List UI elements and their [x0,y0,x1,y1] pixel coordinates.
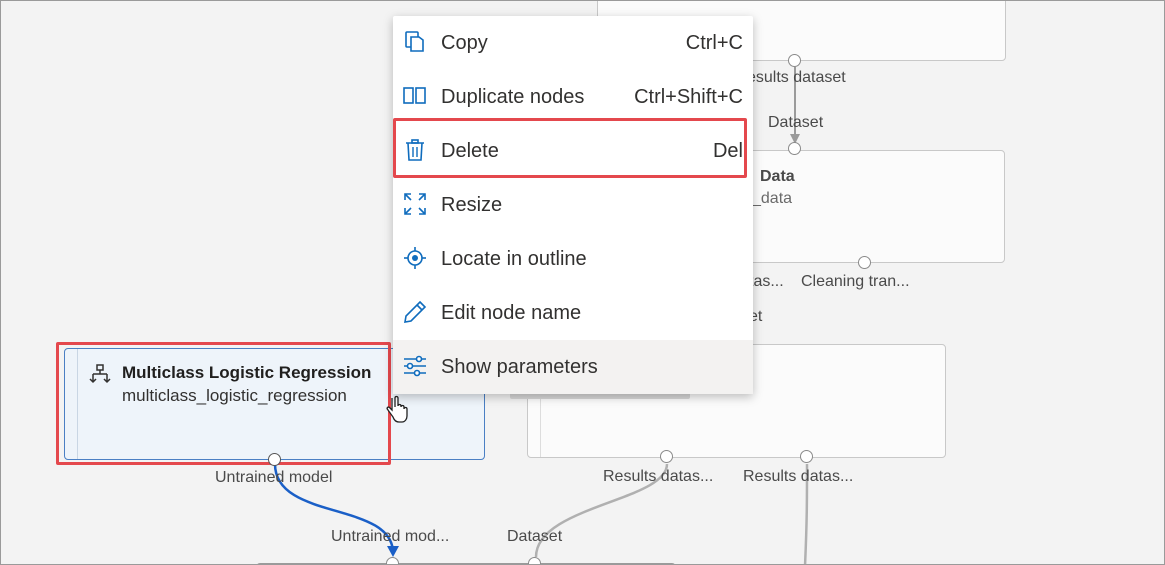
menu-item-copy[interactable]: Copy Ctrl+C [393,16,753,70]
output-port[interactable] [268,453,281,466]
port-label: tas... [749,273,784,290]
port-label: Results datas... [743,468,854,485]
port-label: esults dataset [747,69,846,86]
port-label: Untrained mod... [331,528,450,545]
edge-arrow-blue [387,546,399,557]
menu-item-show-parameters[interactable]: Show parameters [393,340,753,394]
menu-item-label: Locate in outline [441,247,587,270]
pencil-icon [403,300,427,324]
duplicate-icon [403,84,427,108]
menu-item-resize[interactable]: Resize [393,178,753,232]
node-title: Data [760,168,795,185]
menu-item-shortcut: Ctrl+Shift+C [634,85,743,108]
locate-icon [403,246,427,270]
menu-item-edit-node-name[interactable]: Edit node name [393,286,753,340]
menu-item-shortcut: Ctrl+C [685,31,743,54]
output-port[interactable] [788,54,801,67]
menu-item-label: Duplicate nodes [441,85,585,108]
output-port[interactable] [800,450,813,463]
copy-icon [403,30,427,54]
port-label: Dataset [507,528,563,545]
menu-item-locate-in-outline[interactable]: Locate in outline [393,232,753,286]
input-port[interactable] [386,557,399,564]
hand-cursor-icon [383,395,409,425]
resize-icon [403,192,427,216]
port-label: Results datas... [603,468,714,485]
output-port[interactable] [858,256,871,269]
port-label: Dataset [768,114,824,131]
menu-item-duplicate-nodes[interactable]: Duplicate nodes Ctrl+Shift+C [393,70,753,124]
menu-item-label: Copy [441,31,488,54]
input-port[interactable] [788,142,801,155]
sliders-icon [403,354,427,378]
selection-highlight [56,342,391,465]
port-label: Untrained model [215,469,333,486]
output-port[interactable] [660,450,673,463]
menu-item-label: Resize [441,193,503,216]
menu-item-label: Show parameters [441,355,598,378]
menu-item-label: Edit node name [441,301,582,324]
pipeline-canvas[interactable]: esults dataset Dataset Data _data tas...… [0,0,1165,565]
delete-highlight [393,118,747,178]
input-port[interactable] [528,557,541,564]
node-subtitle: _data [752,190,793,207]
port-label: Cleaning tran... [801,273,910,290]
context-menu: Copy Ctrl+C Duplicate nodes Ctrl+Shift+C… [393,16,753,394]
